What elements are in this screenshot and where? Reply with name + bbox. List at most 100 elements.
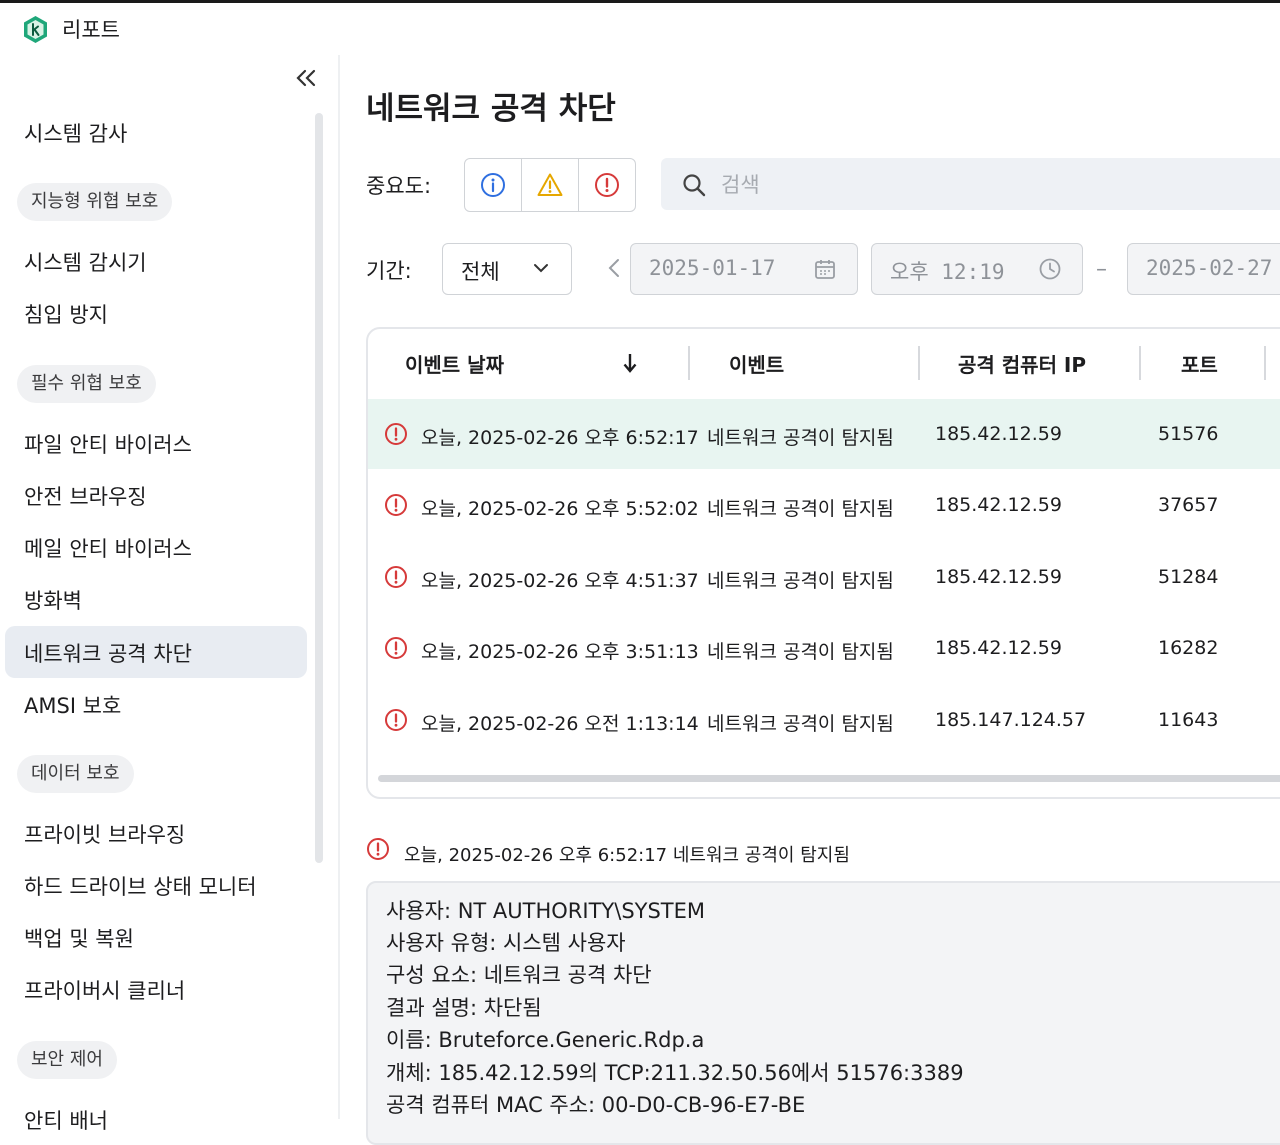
cell-event-date: 오늘, 2025-02-26 오전 1:13:14: [421, 713, 699, 735]
severity-info-button[interactable]: [465, 159, 522, 211]
events-table: 이벤트 날짜 이벤트 공격 컴퓨터 IP 포트 오늘, 2025-02-26 오…: [366, 327, 1280, 799]
severity-filter-group: [464, 158, 636, 212]
cell-attacker-ip: 185.42.12.59: [935, 637, 1062, 659]
sidebar-item-amsi-protection[interactable]: AMSI 보호: [5, 678, 307, 730]
column-header-attacker-ip[interactable]: 공격 컴퓨터 IP: [958, 349, 1086, 378]
calendar-icon: [815, 260, 835, 279]
end-date-value: 2025-02-27: [1146, 256, 1273, 280]
sidebar-group-essential-threat: 필수 위협 보호: [17, 365, 156, 403]
event-detail-panel[interactable]: 사용자: NT AUTHORITY\SYSTEM 사용자 유형: 시스템 사용자…: [366, 881, 1280, 1145]
sidebar-group-advanced-threat: 지능형 위협 보호: [17, 183, 173, 221]
critical-alert-icon: [385, 709, 407, 731]
critical-alert-icon: [595, 173, 619, 197]
end-date-field[interactable]: 2025-02-27: [1127, 243, 1280, 295]
column-separator[interactable]: [1139, 346, 1141, 380]
column-header-event-date[interactable]: 이벤트 날짜: [405, 349, 504, 378]
sidebar-scrollbar[interactable]: [315, 113, 323, 863]
main-content: 네트워크 공격 차단 중요도: 기간: 전체 2025-01-17 오후 12:…: [340, 51, 1280, 1145]
cell-event: 네트워크 공격이 탐지됨: [707, 713, 894, 735]
period-select[interactable]: 전체: [442, 243, 572, 295]
severity-label: 중요도:: [366, 174, 432, 198]
sidebar-item-system-watcher[interactable]: 시스템 감시기: [5, 235, 307, 287]
cell-event-date: 오늘, 2025-02-26 오후 4:51:37: [421, 570, 699, 592]
detail-result: 결과 설명: 차단됨: [386, 996, 542, 1020]
sidebar-item-network-attack-blocker[interactable]: 네트워크 공격 차단: [5, 626, 307, 678]
sidebar-item-anti-banner[interactable]: 안티 배너: [5, 1093, 307, 1145]
sidebar-item-privacy-cleaner[interactable]: 프라이버시 클리너: [5, 963, 307, 1015]
cell-attacker-ip: 185.42.12.59: [935, 566, 1062, 588]
info-icon: [481, 173, 505, 197]
critical-alert-icon: [385, 637, 407, 659]
sidebar-item-file-antivirus[interactable]: 파일 안티 바이러스: [5, 417, 307, 469]
column-separator[interactable]: [688, 346, 690, 380]
cell-attacker-ip: 185.42.12.59: [935, 494, 1062, 516]
kaspersky-logo-icon: [24, 16, 47, 43]
table-row[interactable]: 오늘, 2025-02-26 오후 4:51:37 네트워크 공격이 탐지됨 1…: [368, 542, 1280, 612]
severity-warning-button[interactable]: [522, 159, 579, 211]
table-row[interactable]: 오늘, 2025-02-26 오후 6:52:17 네트워크 공격이 탐지됨 1…: [368, 399, 1280, 469]
detail-user: 사용자: NT AUTHORITY\SYSTEM: [386, 899, 706, 923]
critical-alert-icon: [367, 838, 389, 860]
sidebar-item-intrusion-prevention[interactable]: 침입 방지: [5, 287, 307, 339]
critical-alert-icon: [385, 423, 407, 445]
column-header-event[interactable]: 이벤트: [729, 349, 784, 378]
start-time-value: 오후 12:19: [890, 260, 1005, 284]
table-row[interactable]: 오늘, 2025-02-26 오후 5:52:02 네트워크 공격이 탐지됨 1…: [368, 470, 1280, 540]
cell-event: 네트워크 공격이 탐지됨: [707, 641, 894, 663]
search-icon: [683, 174, 706, 197]
detail-name: 이름: Bruteforce.Generic.Rdp.a: [386, 1028, 705, 1052]
cell-port: 51284: [1158, 566, 1219, 588]
cell-event: 네트워크 공격이 탐지됨: [707, 498, 894, 520]
page-title: 네트워크 공격 차단: [366, 91, 616, 127]
double-chevron-left-icon[interactable]: [292, 66, 322, 92]
detail-attacker-mac: 공격 컴퓨터 MAC 주소: 00-D0-CB-96-E7-BE: [386, 1093, 806, 1117]
sidebar: 시스템 감사 지능형 위협 보호 시스템 감시기 침입 방지 필수 위협 보호 …: [0, 51, 338, 1133]
arrow-down-icon[interactable]: [622, 351, 638, 375]
sidebar-item-mail-antivirus[interactable]: 메일 안티 바이러스: [5, 521, 307, 573]
cell-event: 네트워크 공격이 탐지됨: [707, 570, 894, 592]
chevron-left-icon[interactable]: [606, 257, 622, 279]
sidebar-item-private-browsing[interactable]: 프라이빗 브라우징: [5, 807, 307, 859]
column-separator[interactable]: [1264, 346, 1266, 380]
sidebar-group-data-protection: 데이터 보호: [17, 755, 134, 793]
table-horizontal-scrollbar[interactable]: [378, 775, 1280, 782]
cell-attacker-ip: 185.42.12.59: [935, 423, 1062, 445]
cell-port: 37657: [1158, 494, 1219, 516]
detail-object: 개체: 185.42.12.59의 TCP:211.32.50.56에서 515…: [386, 1061, 964, 1085]
cell-event-date: 오늘, 2025-02-26 오후 3:51:13: [421, 641, 699, 663]
warning-icon: [537, 173, 563, 196]
severity-critical-button[interactable]: [579, 159, 635, 211]
sidebar-item-backup-restore[interactable]: 백업 및 복원: [5, 911, 307, 963]
period-select-value: 전체: [461, 260, 500, 284]
start-time-field[interactable]: 오후 12:19: [871, 243, 1083, 295]
sidebar-item-system-audit[interactable]: 시스템 감사: [5, 106, 307, 158]
cell-attacker-ip: 185.147.124.57: [935, 709, 1087, 731]
clock-icon: [1039, 258, 1061, 280]
date-range-dash: –: [1096, 257, 1107, 282]
search-input[interactable]: [719, 168, 1243, 202]
search-box: [661, 158, 1280, 210]
table-row[interactable]: 오늘, 2025-02-26 오후 3:51:13 네트워크 공격이 탐지됨 1…: [368, 613, 1280, 683]
sidebar-item-hdd-health-monitor[interactable]: 하드 드라이브 상태 모니터: [5, 859, 307, 911]
cell-port: 51576: [1158, 423, 1219, 445]
detail-component: 구성 요소: 네트워크 공격 차단: [386, 963, 652, 987]
app-title: 리포트: [62, 18, 120, 42]
cell-port: 16282: [1158, 637, 1219, 659]
app-header: 리포트: [0, 3, 1280, 51]
column-header-port[interactable]: 포트: [1181, 349, 1218, 378]
period-label: 기간:: [366, 259, 412, 283]
start-date-field[interactable]: 2025-01-17: [630, 243, 858, 295]
cell-port: 11643: [1158, 709, 1219, 731]
critical-alert-icon: [385, 494, 407, 516]
detail-heading: 오늘, 2025-02-26 오후 6:52:17 네트워크 공격이 탐지됨: [404, 845, 850, 866]
critical-alert-icon: [385, 566, 407, 588]
sidebar-group-security-controls: 보안 제어: [17, 1041, 117, 1079]
sidebar-item-safe-browsing[interactable]: 안전 브라우징: [5, 469, 307, 521]
detail-user-type: 사용자 유형: 시스템 사용자: [386, 931, 626, 955]
sidebar-item-firewall[interactable]: 방화벽: [5, 573, 307, 625]
table-row[interactable]: 오늘, 2025-02-26 오전 1:13:14 네트워크 공격이 탐지됨 1…: [368, 685, 1280, 755]
column-separator[interactable]: [918, 346, 920, 380]
cell-event-date: 오늘, 2025-02-26 오후 5:52:02: [421, 498, 699, 520]
cell-event-date: 오늘, 2025-02-26 오후 6:52:17: [421, 427, 699, 449]
start-date-value: 2025-01-17: [649, 256, 776, 280]
